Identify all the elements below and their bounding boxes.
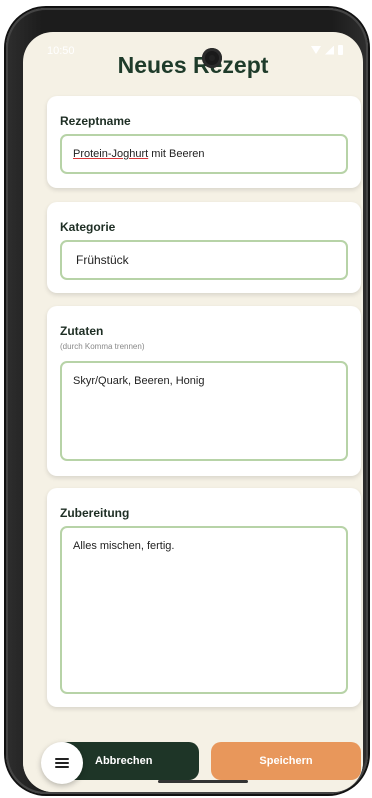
ingredients-input[interactable]: Skyr/Quark, Beeren, Honig [60, 361, 348, 461]
app-screen: 10:50 Neues Rezept Rezeptname Protein-Jo… [23, 32, 363, 792]
category-card: Kategorie Frühstück [47, 202, 361, 293]
recipe-name-value-misspelled: Protein-Joghurt [73, 148, 149, 160]
preparation-input[interactable]: Alles mischen, fertig. [60, 526, 348, 694]
recipe-name-label: Rezeptname [60, 114, 131, 128]
menu-icon [55, 758, 69, 768]
ingredients-label: Zutaten [60, 324, 104, 338]
home-indicator[interactable] [158, 780, 248, 783]
category-label: Kategorie [60, 220, 116, 234]
ingredients-hint: (durch Komma trennen) [60, 342, 145, 351]
preparation-card: Zubereitung Alles mischen, fertig. [47, 488, 361, 707]
page-title: Neues Rezept [117, 52, 269, 78]
save-button[interactable]: Speichern [211, 742, 361, 780]
recipe-name-value-rest: mit Beeren [148, 148, 205, 160]
front-camera [202, 48, 222, 68]
device-frame: 10:50 Neues Rezept Rezeptname Protein-Jo… [6, 8, 368, 794]
menu-button[interactable] [41, 742, 83, 784]
preparation-label: Zubereitung [60, 506, 130, 520]
recipe-name-input[interactable]: Protein-Joghurt mit Beeren [60, 134, 348, 174]
category-input[interactable]: Frühstück [60, 240, 348, 280]
ingredients-card: Zutaten (durch Komma trennen) Skyr/Quark… [47, 306, 361, 476]
recipe-name-card: Rezeptname Protein-Joghurt mit Beeren [47, 96, 361, 188]
camera-lens [209, 55, 215, 61]
